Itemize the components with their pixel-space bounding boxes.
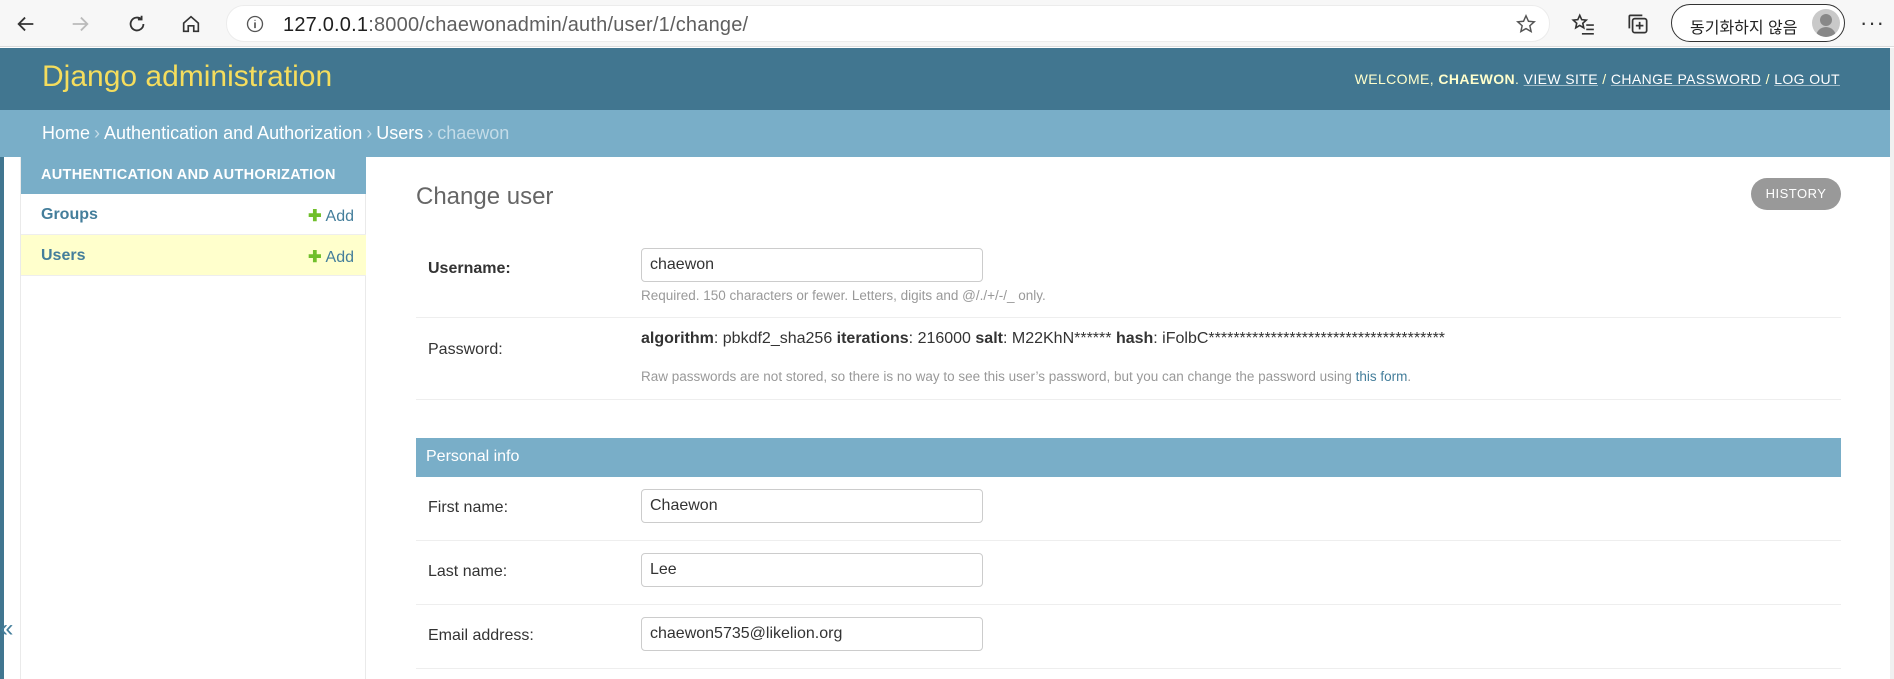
- browser-toolbar: 127.0.0.1:8000/chaewonadmin/auth/user/1/…: [0, 0, 1894, 47]
- breadcrumb-separator: ›: [94, 123, 101, 143]
- welcome-text: WELCOME,: [1354, 71, 1439, 87]
- email-label: Email address:: [428, 627, 534, 644]
- url-host: 127.0.0.1: [283, 14, 369, 36]
- breadcrumb-separator: ›: [366, 123, 373, 143]
- profile-sync-button[interactable]: 동기화하지 않음: [1671, 4, 1845, 42]
- iterations-key: iterations: [836, 330, 909, 347]
- page-title: Change user: [416, 183, 554, 210]
- user-tools: WELCOME, CHAEWON. VIEW SITE / CHANGE PAS…: [1355, 71, 1840, 87]
- first-name-input[interactable]: [641, 489, 983, 523]
- last-name-row: Last name:: [416, 541, 1841, 605]
- breadcrumb-current: chaewon: [437, 123, 510, 143]
- personal-info-heading: Personal info: [416, 438, 1841, 477]
- first-name-row: First name:: [416, 477, 1841, 541]
- username-row: Username: Required. 150 characters or fe…: [416, 240, 1841, 318]
- home-button[interactable]: [175, 8, 207, 40]
- algorithm-value: : pbkdf2_sha256: [713, 330, 837, 347]
- add-link-label: Add: [325, 208, 354, 225]
- forward-arrow-icon: [72, 16, 89, 32]
- favorites-list-icon[interactable]: [1570, 11, 1596, 37]
- home-icon: [182, 15, 200, 33]
- history-button[interactable]: HISTORY: [1751, 178, 1841, 210]
- welcome-username: CHAEWON: [1438, 71, 1516, 87]
- user-tools-separator: /: [1761, 71, 1775, 87]
- sidebar-app-caption[interactable]: AUTHENTICATION AND AUTHORIZATION: [21, 157, 366, 194]
- first-name-label: First name:: [428, 499, 509, 516]
- page-scrollbar[interactable]: [1890, 48, 1894, 679]
- sidebar-item-label[interactable]: Users: [41, 247, 85, 265]
- password-help-post: .: [1407, 369, 1412, 384]
- salt-key: salt: [975, 330, 1003, 347]
- iterations-value: : 216000: [908, 330, 976, 347]
- password-label: Password:: [428, 341, 503, 358]
- hash-value: : iFolbC********************************…: [1153, 330, 1446, 347]
- hash-key: hash: [1115, 330, 1154, 347]
- collections-icon[interactable]: [1625, 11, 1651, 37]
- toggle-sidebar-button[interactable]: «: [0, 615, 13, 643]
- breadcrumb-separator: ›: [427, 123, 434, 143]
- sidebar-add-users-link[interactable]: ✚ Add: [308, 247, 354, 267]
- password-help-pre: Raw passwords are not stored, so there i…: [641, 369, 1356, 384]
- username-help-text: Required. 150 characters or fewer. Lette…: [641, 288, 1046, 303]
- url-path: :8000/chaewonadmin/auth/user/1/change/: [368, 14, 749, 36]
- algorithm-key: algorithm: [641, 330, 714, 347]
- sidebar-item-groups[interactable]: Groups ✚ Add: [21, 194, 366, 235]
- breadcrumb: Home › Authentication and Authorization › Us…: [0, 110, 1894, 157]
- back-button[interactable]: [10, 8, 42, 40]
- password-row: Password: algorithm: pbkdf2_sha256 itera…: [416, 318, 1841, 400]
- breadcrumb-model[interactable]: Users: [376, 123, 423, 143]
- view-site-link[interactable]: VIEW SITE: [1524, 71, 1598, 87]
- breadcrumb-app[interactable]: Authentication and Authorization: [104, 123, 362, 143]
- admin-header: Django administration WELCOME, CHAEWON. …: [0, 48, 1894, 110]
- salt-value: : M22KhN******: [1002, 330, 1116, 347]
- breadcrumb-home[interactable]: Home: [42, 123, 90, 143]
- username-input[interactable]: [641, 248, 983, 282]
- sync-status-label: 동기화하지 않음: [1690, 20, 1798, 37]
- address-bar[interactable]: 127.0.0.1:8000/chaewonadmin/auth/user/1/…: [226, 5, 1550, 42]
- last-name-label: Last name:: [428, 563, 508, 580]
- more-menu-button[interactable]: ···: [1860, 10, 1885, 36]
- password-hash-summary: algorithm: pbkdf2_sha256 iterations: 216…: [641, 330, 1445, 348]
- password-help-text: Raw passwords are not stored, so there i…: [641, 369, 1411, 384]
- nav-sidebar: AUTHENTICATION AND AUTHORIZATION Groups …: [20, 157, 366, 679]
- url-text[interactable]: 127.0.0.1:8000/chaewonadmin/auth/user/1/…: [283, 14, 748, 37]
- favorite-star-icon[interactable]: [1515, 13, 1537, 35]
- refresh-button[interactable]: [121, 8, 153, 40]
- sidebar-item-label[interactable]: Groups: [41, 206, 98, 224]
- forward-button[interactable]: [64, 8, 96, 40]
- sidebar-add-groups-link[interactable]: ✚ Add: [308, 206, 354, 226]
- sidebar-edge: [0, 157, 4, 679]
- change-password-link[interactable]: CHANGE PASSWORD: [1611, 71, 1761, 87]
- back-arrow-icon: [17, 16, 34, 32]
- log-out-link[interactable]: LOG OUT: [1774, 71, 1840, 87]
- email-field[interactable]: [641, 617, 983, 651]
- add-link-label: Add: [325, 249, 354, 266]
- add-plus-icon: ✚: [308, 249, 322, 266]
- change-password-form-link[interactable]: this form: [1356, 369, 1408, 384]
- info-icon[interactable]: [245, 14, 265, 34]
- site-branding[interactable]: Django administration: [42, 60, 332, 94]
- username-label: Username:: [428, 260, 511, 277]
- sidebar-item-users[interactable]: Users ✚ Add: [21, 235, 366, 276]
- last-name-input[interactable]: [641, 553, 983, 587]
- add-plus-icon: ✚: [308, 208, 322, 225]
- email-row: Email address:: [416, 605, 1841, 669]
- welcome-end: .: [1515, 71, 1524, 87]
- user-tools-separator: /: [1598, 71, 1611, 87]
- refresh-icon: [129, 15, 145, 32]
- profile-avatar-icon: [1812, 9, 1840, 37]
